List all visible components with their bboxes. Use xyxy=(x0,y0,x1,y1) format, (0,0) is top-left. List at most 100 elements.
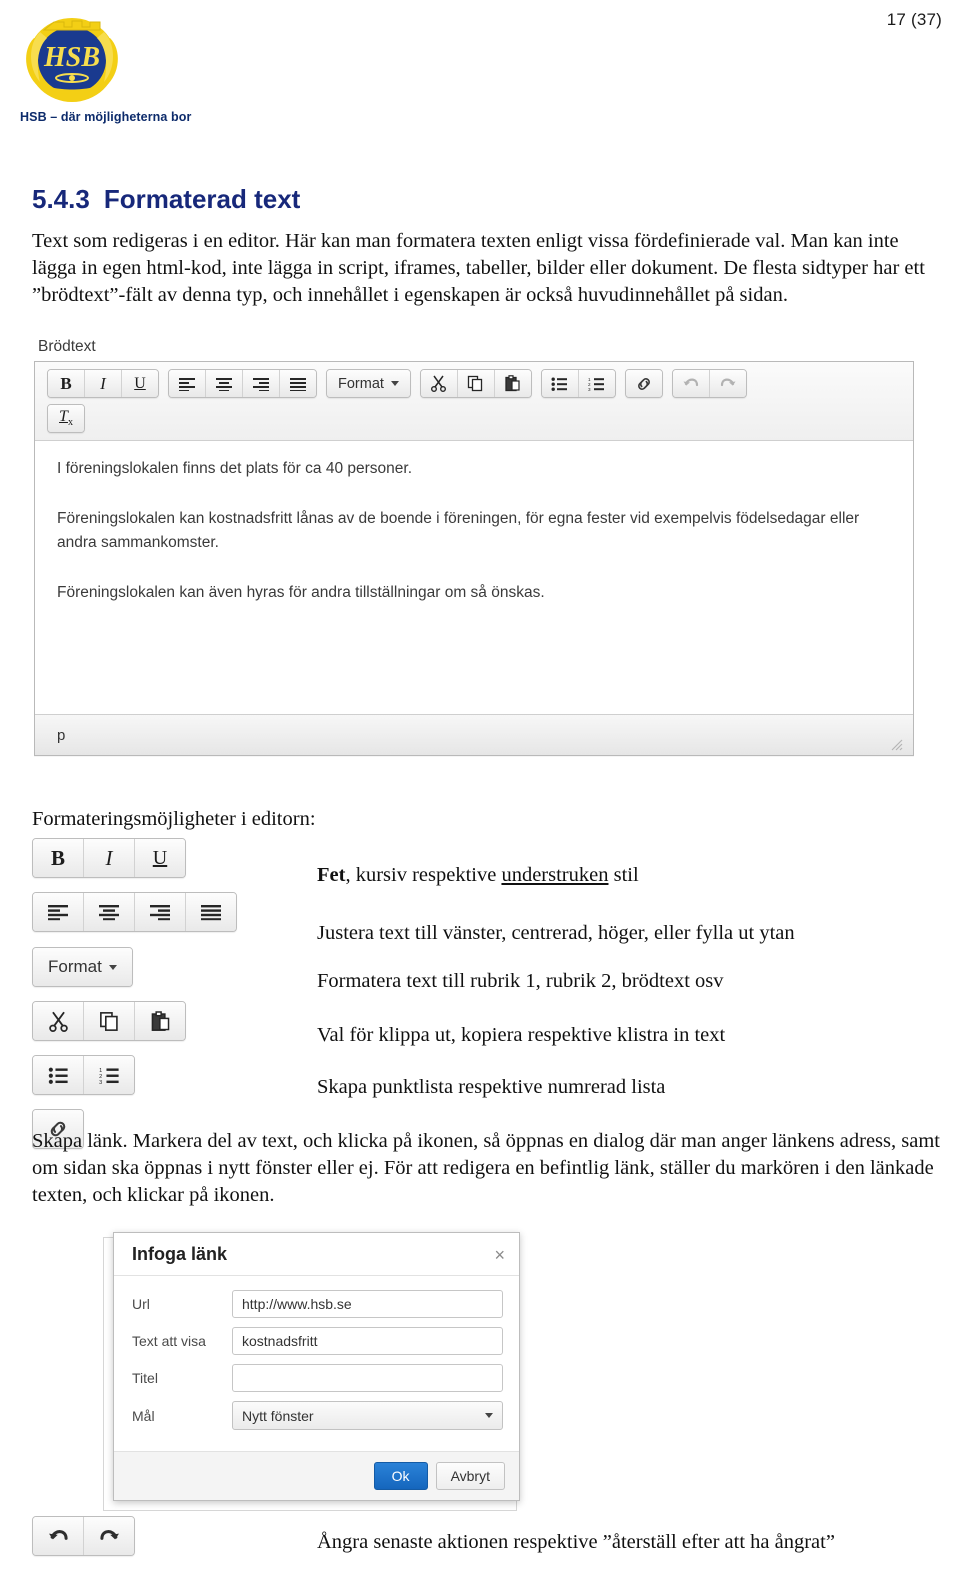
svg-text:HSB: HSB xyxy=(43,42,100,73)
title-input[interactable] xyxy=(232,1364,503,1392)
legend-align-right-button[interactable] xyxy=(135,893,186,931)
redo-button[interactable] xyxy=(709,370,746,397)
dialog-header: Infoga länk × xyxy=(114,1233,519,1276)
numbered-list-button[interactable]: 1 2 3 xyxy=(578,370,615,397)
align-center-icon xyxy=(99,904,119,920)
legend-text-style-group: B I U xyxy=(32,838,186,878)
url-input[interactable] xyxy=(232,1290,503,1318)
legend-numbered-list-button[interactable]: 1 2 3 xyxy=(84,1056,134,1094)
legend-row-alignment: Justera text till vänster, centrerad, hö… xyxy=(32,890,942,945)
field-label: Url xyxy=(132,1296,150,1312)
text-style-group: B I U xyxy=(47,369,159,398)
alignment-group xyxy=(168,369,317,398)
close-icon[interactable]: × xyxy=(494,1246,505,1264)
format-dropdown[interactable]: Format xyxy=(327,370,410,397)
dialog-area: Infoga länk × Url Text att visa Titel xyxy=(100,1232,540,1514)
legend-cut-button[interactable] xyxy=(33,1002,84,1040)
toolbar-row-secondary: Tx xyxy=(47,404,905,433)
legend-description: Justera text till vänster, centrerad, hö… xyxy=(317,922,795,944)
field-text-att-visa: Text att visa xyxy=(132,1327,503,1355)
bold-icon: B xyxy=(60,373,72,393)
insert-link-dialog: Infoga länk × Url Text att visa Titel xyxy=(113,1232,520,1501)
italic-icon: I xyxy=(105,845,113,870)
richtext-editor: Brödtext B I U Format 1 2 3 Tx I förenin… xyxy=(34,338,914,756)
legend-paste-button[interactable] xyxy=(135,1002,185,1040)
italic-icon: I xyxy=(100,373,106,393)
legend-bold-button[interactable]: B xyxy=(33,839,84,877)
legend-control: 1 2 3 xyxy=(32,1053,317,1095)
italic-button[interactable]: I xyxy=(85,370,122,397)
resize-grip-icon[interactable] xyxy=(889,737,903,751)
bold-button[interactable]: B xyxy=(48,370,85,397)
legend-description: Ångra senaste aktionen respektive ”åters… xyxy=(317,1530,835,1553)
align-right-button[interactable] xyxy=(243,370,280,397)
field-label: Titel xyxy=(132,1370,158,1386)
target-select[interactable]: Nytt fönster xyxy=(232,1401,503,1430)
legend-italic-button[interactable]: I xyxy=(84,839,135,877)
editor-content-area[interactable]: I föreningslokalen finns det plats för c… xyxy=(35,441,913,714)
legend-align-left-button[interactable] xyxy=(33,893,84,931)
link-instructions-paragraph: Skapa länk. Markera del av text, och kli… xyxy=(32,1130,940,1206)
scissors-icon xyxy=(431,375,447,392)
legend-list: B I U Fet, kursiv respektive understruke… xyxy=(32,836,942,1161)
legend-row-format: Format Formatera text till rubrik 1, rub… xyxy=(32,945,942,999)
legend-control: B I U xyxy=(32,836,317,878)
paste-button[interactable] xyxy=(494,370,531,397)
paste-icon xyxy=(505,375,521,392)
legend-list-group: 1 2 3 xyxy=(32,1055,135,1095)
hsb-logo-icon: HSB xyxy=(26,18,118,102)
logo-tagline: HSB – där möjligheterna bor xyxy=(20,110,192,124)
format-dropdown-group: Format xyxy=(326,369,411,398)
editor-status-bar: p xyxy=(35,714,913,755)
hsb-logo-block: HSB HSB – där möjligheterna bor xyxy=(20,8,250,124)
legend-description: Val för klippa ut, kopiera respektive kl… xyxy=(317,1024,726,1046)
insert-link-button[interactable] xyxy=(625,370,662,397)
legend-align-center-button[interactable] xyxy=(84,893,135,931)
align-center-button[interactable] xyxy=(206,370,243,397)
align-justify-button[interactable] xyxy=(280,370,316,397)
align-left-button[interactable] xyxy=(169,370,206,397)
legend-underline-button[interactable]: U xyxy=(135,839,185,877)
format-dropdown-label: Format xyxy=(338,375,384,392)
cut-button[interactable] xyxy=(420,370,458,397)
link-group xyxy=(624,369,663,398)
undo-icon xyxy=(683,378,699,387)
cancel-button[interactable]: Avbryt xyxy=(435,1462,505,1490)
legend-bold-word: Fet xyxy=(317,864,346,886)
legend-format-dropdown[interactable]: Format xyxy=(33,948,132,986)
underline-button[interactable]: U xyxy=(122,370,158,397)
display-text-input[interactable] xyxy=(232,1327,503,1355)
page-title: 5.4.3 Formaterad text xyxy=(32,184,300,215)
align-right-icon xyxy=(253,377,269,391)
remove-format-button[interactable]: Tx xyxy=(48,405,84,432)
bullet-list-button[interactable] xyxy=(541,370,579,397)
legend-bullet-list-button[interactable] xyxy=(33,1056,84,1094)
editor-toolbar: B I U Format 1 2 3 Tx xyxy=(35,362,913,441)
copy-button[interactable] xyxy=(457,370,495,397)
legend-description: Skapa punktlista respektive numrerad lis… xyxy=(317,1076,666,1098)
toolbar-row-primary: B I U Format 1 2 3 xyxy=(47,369,905,398)
editor-paragraph: Föreningslokalen kan kostnadsfritt lånas… xyxy=(57,510,860,551)
legend-copy-button[interactable] xyxy=(84,1002,135,1040)
legend-description: Formatera text till rubrik 1, rubrik 2, … xyxy=(317,970,724,992)
remove-format-group: Tx xyxy=(47,404,85,433)
legend-align-justify-button[interactable] xyxy=(186,893,236,931)
underline-icon: U xyxy=(152,846,168,869)
section-number: 5.4.3 xyxy=(32,184,90,214)
align-justify-icon xyxy=(201,904,221,920)
copy-icon xyxy=(468,375,483,392)
legend-redo-button[interactable] xyxy=(84,1517,134,1555)
intro-paragraph: Text som redigeras i en editor. Här kan … xyxy=(32,230,925,306)
editor-frame: B I U Format 1 2 3 Tx I föreningslokalen… xyxy=(34,361,914,756)
document-page: 17 (37) HSB HSB – där möjligheterna bor … xyxy=(0,0,960,1590)
element-path[interactable]: p xyxy=(57,727,65,744)
chevron-down-icon xyxy=(108,964,117,970)
field-titel: Titel xyxy=(132,1364,503,1392)
undo-button[interactable] xyxy=(672,370,710,397)
legend-undo-button[interactable] xyxy=(33,1517,84,1555)
section-title: Formaterad text xyxy=(103,184,301,214)
legend-format-group: Format xyxy=(32,947,133,987)
editor-paragraph: I föreningslokalen finns det plats för c… xyxy=(57,460,412,477)
page-number: 17 (37) xyxy=(886,10,942,29)
ok-button[interactable]: Ok xyxy=(373,1462,428,1490)
